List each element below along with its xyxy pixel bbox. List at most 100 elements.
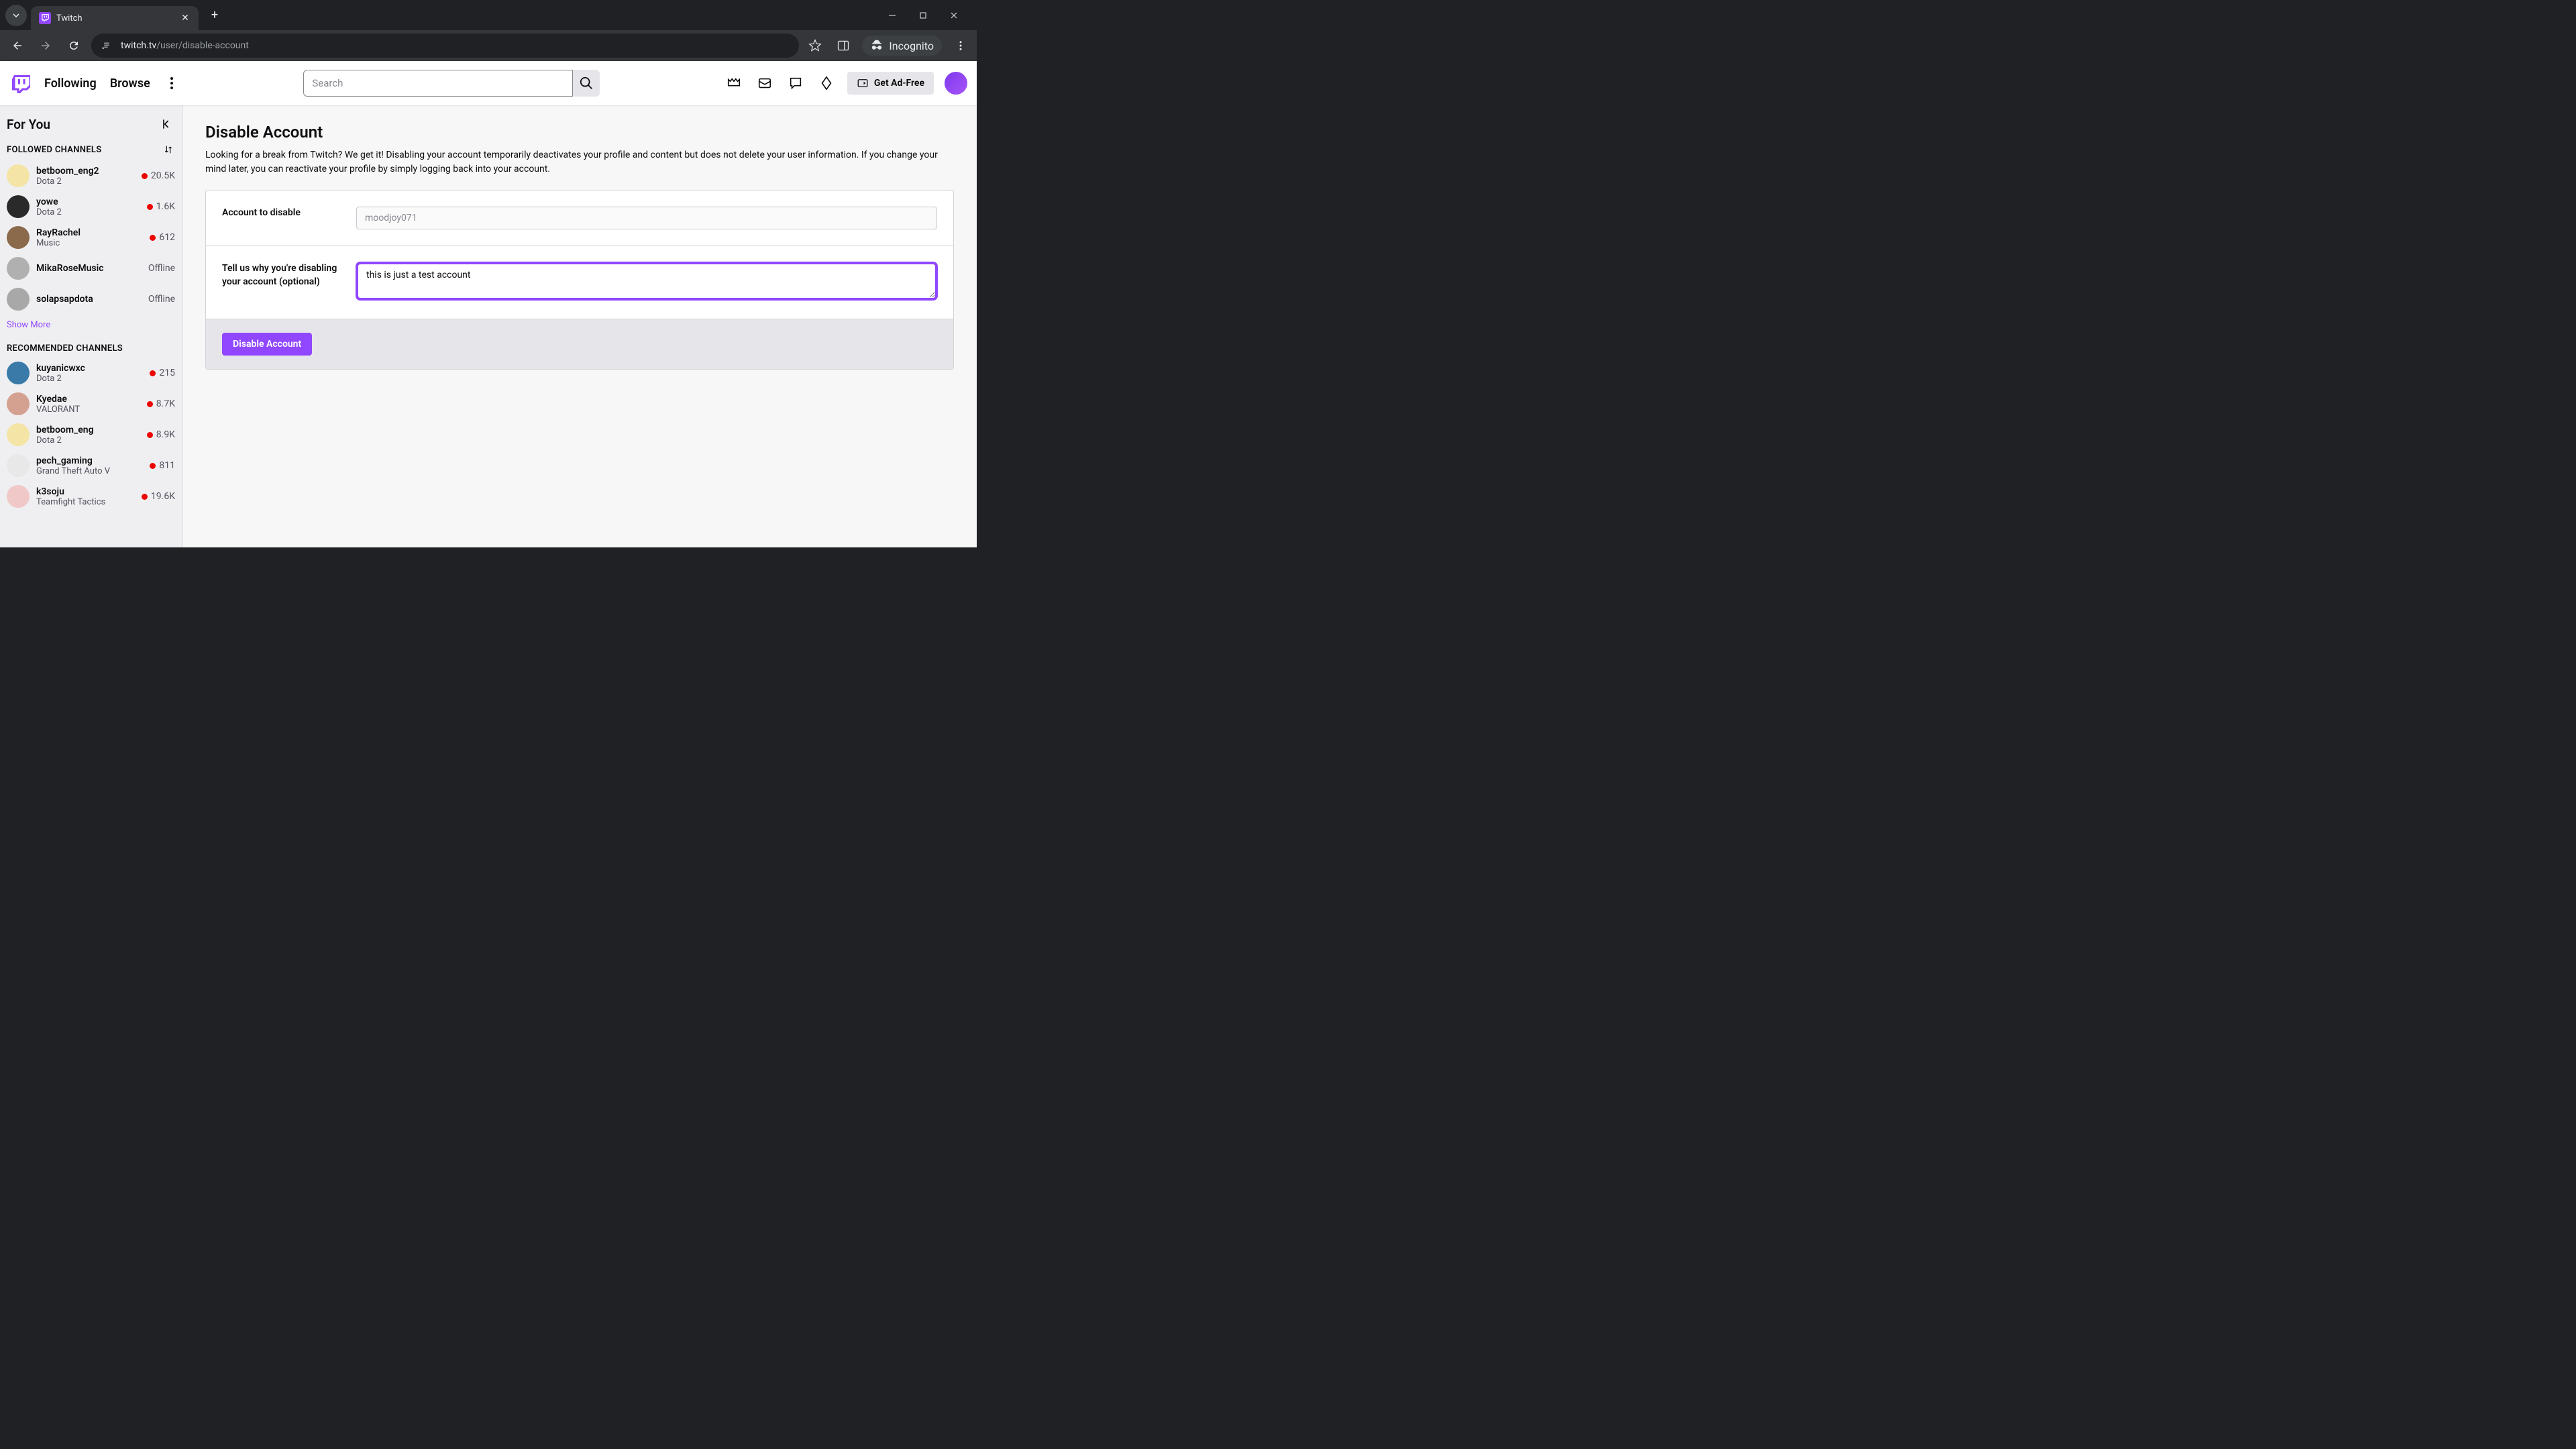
incognito-label: Incognito (889, 40, 934, 52)
channel-item[interactable]: kuyanicwxc Dota 2 215 (7, 358, 175, 388)
twitch-body: For You FOLLOWED CHANNELS betboom_eng2 D… (0, 105, 977, 547)
channel-info: Kyedae VALORANT (36, 394, 140, 415)
channel-avatar (7, 454, 30, 477)
channel-viewers: 19.6K (142, 491, 175, 502)
channel-info: pech_gaming Grand Theft Auto V (36, 455, 143, 476)
twitch-favicon (39, 12, 51, 24)
channel-item[interactable]: solapsapdota Offline (7, 284, 175, 315)
sidebar-title: For You (7, 117, 50, 132)
nav-following[interactable]: Following (44, 76, 97, 91)
prime-icon[interactable] (724, 73, 744, 93)
browser-menu-button[interactable] (951, 36, 970, 55)
site-info-button[interactable] (101, 40, 113, 52)
channel-info: MikaRoseMusic (36, 263, 142, 274)
browser-chrome: Twitch ✕ + twitch.tv/user/disable-accoun… (0, 0, 977, 61)
channel-info: RayRachel Music (36, 227, 143, 248)
tab-title: Twitch (56, 13, 174, 23)
get-ad-free-label: Get Ad-Free (874, 78, 924, 89)
show-more-link[interactable]: Show More (7, 315, 175, 339)
channel-viewers: 8.7K (147, 398, 175, 409)
channel-item[interactable]: k3soju Teamfight Tactics 19.6K (7, 481, 175, 512)
channel-viewers: 20.5K (142, 170, 175, 181)
live-dot-icon (142, 494, 148, 500)
channel-viewers: 8.9K (147, 429, 175, 440)
channel-name: k3soju (36, 486, 135, 497)
ad-free-icon (857, 77, 869, 89)
browser-tab[interactable]: Twitch ✕ (31, 6, 199, 30)
channel-item[interactable]: betboom_eng Dota 2 8.9K (7, 419, 175, 450)
search-wrap (303, 70, 600, 97)
channel-game: Music (36, 238, 143, 248)
channel-item[interactable]: RayRachel Music 612 (7, 222, 175, 253)
sidebar: For You FOLLOWED CHANNELS betboom_eng2 D… (0, 105, 182, 547)
channel-avatar (7, 226, 30, 249)
live-dot-icon (142, 173, 148, 179)
channel-item[interactable]: Kyedae VALORANT 8.7K (7, 388, 175, 419)
search-input[interactable] (303, 70, 573, 97)
nav-browse[interactable]: Browse (110, 76, 150, 91)
live-dot-icon (147, 204, 153, 210)
sort-button[interactable] (162, 143, 175, 156)
inbox-icon[interactable] (755, 73, 775, 93)
new-tab-button[interactable]: + (205, 6, 224, 25)
twitch-logo[interactable] (9, 72, 31, 94)
channel-viewers: 612 (150, 232, 175, 243)
whispers-icon[interactable] (786, 73, 806, 93)
get-ad-free-button[interactable]: Get Ad-Free (847, 72, 934, 95)
channel-item[interactable]: yowe Dota 2 1.6K (7, 191, 175, 222)
side-panel-button[interactable] (834, 36, 853, 55)
bits-icon[interactable] (816, 73, 837, 93)
channel-name: yowe (36, 197, 140, 207)
channel-game: Grand Theft Auto V (36, 466, 143, 476)
tab-search-button[interactable] (5, 5, 27, 26)
channel-name: solapsapdota (36, 294, 142, 305)
channel-info: betboom_eng2 Dota 2 (36, 166, 135, 186)
followed-channels-header: FOLLOWED CHANNELS (7, 145, 101, 155)
reload-button[interactable] (63, 35, 85, 56)
channel-avatar (7, 288, 30, 311)
back-button[interactable] (7, 35, 28, 56)
channel-avatar (7, 362, 30, 384)
bookmark-button[interactable] (806, 36, 824, 55)
chevron-down-icon (12, 11, 20, 19)
titlebar: Twitch ✕ + (0, 0, 977, 30)
close-window-button[interactable] (946, 7, 962, 23)
channel-viewers: 811 (150, 460, 175, 471)
more-menu-button[interactable] (164, 75, 180, 91)
channel-item[interactable]: betboom_eng2 Dota 2 20.5K (7, 160, 175, 191)
channel-viewers: 215 (150, 368, 175, 378)
browser-toolbar: twitch.tv/user/disable-account Incognito (0, 30, 977, 61)
minimize-button[interactable] (884, 7, 900, 23)
channel-item[interactable]: pech_gaming Grand Theft Auto V 811 (7, 450, 175, 481)
channel-name: RayRachel (36, 227, 143, 238)
recommended-channels-header: RECOMMENDED CHANNELS (7, 343, 123, 354)
search-button[interactable] (573, 70, 600, 97)
channel-item[interactable]: MikaRoseMusic Offline (7, 253, 175, 284)
disable-account-button[interactable]: Disable Account (222, 333, 312, 356)
maximize-button[interactable] (915, 7, 931, 23)
channel-name: MikaRoseMusic (36, 263, 142, 274)
user-avatar[interactable] (945, 72, 967, 95)
channel-info: solapsapdota (36, 294, 142, 305)
channel-avatar (7, 195, 30, 218)
channel-viewers: 1.6K (147, 201, 175, 212)
channel-info: k3soju Teamfight Tactics (36, 486, 135, 507)
live-dot-icon (147, 401, 153, 407)
reason-textarea[interactable] (356, 262, 937, 300)
channel-name: kuyanicwxc (36, 363, 143, 374)
incognito-icon (870, 39, 883, 52)
forward-button[interactable] (35, 35, 56, 56)
live-dot-icon (147, 432, 153, 438)
collapse-sidebar-button[interactable] (159, 116, 175, 132)
channel-info: yowe Dota 2 (36, 197, 140, 217)
channel-info: kuyanicwxc Dota 2 (36, 363, 143, 384)
tab-close-button[interactable]: ✕ (180, 13, 191, 23)
channel-game: Dota 2 (36, 435, 140, 445)
disable-form: Account to disable Tell us why you're di… (205, 190, 954, 370)
channel-avatar (7, 257, 30, 280)
live-dot-icon (150, 463, 156, 469)
address-bar[interactable]: twitch.tv/user/disable-account (91, 34, 799, 58)
live-dot-icon (150, 235, 156, 241)
incognito-indicator[interactable]: Incognito (862, 36, 942, 56)
channel-game: Teamfight Tactics (36, 497, 135, 507)
